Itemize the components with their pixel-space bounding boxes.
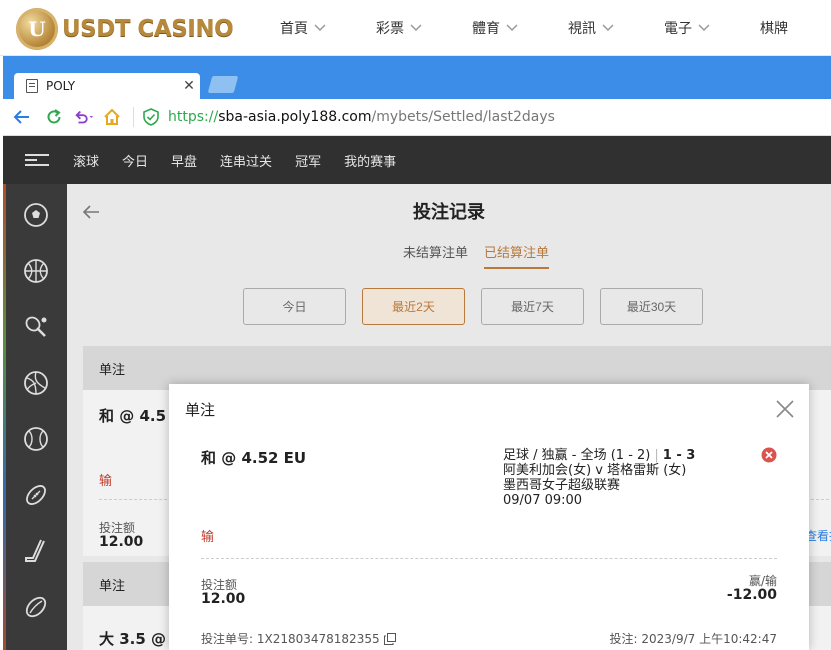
url-path: /mybets/Settled/last2days (371, 109, 555, 125)
site-nav-slots[interactable]: 電子 (664, 18, 710, 38)
chevron-down-icon (506, 24, 518, 32)
stake-value: 12.00 (99, 534, 144, 550)
range-7days-button[interactable]: 最近7天 (481, 288, 584, 325)
browser-tab[interactable]: POLY ✕ (14, 73, 200, 99)
x-circle-icon (761, 447, 777, 463)
winlose-value: -12.00 (726, 587, 777, 603)
nav-parlay[interactable]: 连串过关 (220, 151, 272, 170)
bet-odds: 和 @ 4.5 (99, 407, 167, 425)
site-nav-label: 電子 (664, 21, 692, 37)
modal-title: 单注 (185, 401, 216, 419)
chevron-down-icon (602, 24, 614, 32)
bet-odds: 大 3.5 @ (99, 630, 167, 648)
market-name: 足球 / 独赢 - 全场 (1 - 2) (503, 448, 651, 463)
site-nav-live[interactable]: 視訊 (568, 18, 614, 38)
hockey-icon[interactable] (23, 538, 49, 564)
chevron-down-icon (314, 24, 326, 32)
date-range-buttons: 今日 最近2天 最近7天 最近30天 (243, 288, 719, 325)
site-nav-sports[interactable]: 體育 (472, 18, 518, 38)
page-title: 投注记录 (413, 202, 485, 223)
volleyball-icon[interactable] (23, 370, 49, 396)
close-icon[interactable] (775, 399, 795, 419)
app-nav: 滚球 今日 早盘 连串过关 冠军 我的赛事 (3, 136, 831, 184)
site-nav-label: 首頁 (280, 21, 308, 37)
home-icon[interactable] (101, 106, 123, 128)
refresh-icon[interactable] (43, 106, 65, 128)
nav-outright[interactable]: 冠军 (295, 151, 321, 170)
shield-icon (140, 106, 162, 128)
back-arrow-icon[interactable] (11, 106, 33, 128)
soccer-icon[interactable] (23, 202, 49, 228)
nav-early[interactable]: 早盘 (171, 151, 197, 170)
site-nav-home[interactable]: 首頁 (280, 18, 326, 38)
match-time: 09/07 09:00 (503, 493, 583, 508)
sports-sidebar (3, 184, 67, 650)
copy-icon[interactable] (383, 632, 396, 645)
range-30days-button[interactable]: 最近30天 (600, 288, 703, 325)
range-today-button[interactable]: 今日 (243, 288, 346, 325)
basketball-icon[interactable] (23, 258, 49, 284)
bet-time: 投注: 2023/9/7 上午10:42:47 (609, 632, 777, 646)
logo-coin-icon: U (16, 8, 58, 50)
baseball-icon[interactable] (23, 426, 49, 452)
document-icon (26, 79, 38, 93)
site-nav-lottery[interactable]: 彩票 (376, 18, 422, 38)
tennis-icon[interactable] (23, 314, 49, 340)
site-header: U USDT CASINO 首頁 彩票 體育 視訊 電子 棋牌 (0, 0, 831, 56)
url-field[interactable]: https://sba-asia.poly188.com/mybets/Sett… (168, 109, 555, 125)
logo-text: USDT CASINO (62, 16, 234, 42)
bet-odds: 和 @ 4.52 EU (201, 449, 307, 467)
site-nav-label: 彩票 (376, 21, 404, 37)
divider (201, 558, 777, 559)
bet-result: 输 (201, 530, 215, 545)
hamburger-menu-icon[interactable] (25, 151, 49, 169)
close-tab-icon[interactable]: ✕ (178, 78, 200, 94)
site-logo[interactable]: U USDT CASINO (16, 7, 234, 51)
bet-market: 足球 / 独赢 - 全场 (1 - 2) | 1 - 3 阿美利加会(女) v 塔格… (503, 448, 696, 508)
chevron-down-icon (698, 24, 710, 32)
league-name: 墨西哥女子超级联赛 (503, 478, 621, 493)
bet-id-text: 投注单号: 1X21803478182355 (201, 632, 380, 646)
bet-result: 输 (99, 474, 113, 489)
nav-in-play[interactable]: 滚球 (73, 151, 99, 170)
tab-unsettled[interactable]: 未结算注单 (403, 242, 468, 269)
rugby-icon[interactable] (23, 594, 49, 620)
american-football-icon[interactable] (23, 482, 49, 508)
address-bar: https://sba-asia.poly188.com/mybets/Sett… (3, 99, 831, 136)
new-tab-button[interactable] (207, 76, 239, 93)
stake-value: 12.00 (201, 591, 246, 607)
nav-today[interactable]: 今日 (122, 151, 148, 170)
nav-my-events[interactable]: 我的赛事 (344, 151, 396, 170)
range-2days-button[interactable]: 最近2天 (362, 288, 465, 325)
site-nav-cards[interactable]: 棋牌 (760, 18, 788, 38)
site-nav-label: 棋牌 (760, 21, 788, 37)
final-score: 1 - 3 (662, 448, 696, 463)
site-nav: 首頁 彩票 體育 視訊 電子 棋牌 (280, 18, 788, 38)
bet-status-tabs: 未结算注单 已结算注单 (403, 242, 565, 269)
sidebar-edge-strip (3, 184, 6, 650)
divider (133, 107, 134, 127)
url-host: sba-asia.poly188.com (218, 109, 372, 125)
site-nav-label: 視訊 (568, 21, 596, 37)
match-teams: 阿美利加会(女) v 塔格雷斯 (女) (503, 463, 687, 478)
chevron-down-icon (410, 24, 422, 32)
site-nav-label: 體育 (472, 21, 500, 37)
tab-title: POLY (46, 79, 76, 93)
bet-id: 投注单号: 1X21803478182355 (201, 630, 396, 647)
undo-icon[interactable] (73, 106, 95, 128)
url-scheme: https:// (168, 109, 219, 125)
bet-detail-modal: 单注 和 @ 4.52 EU 足球 / 独赢 - 全场 (1 - 2) | 1 - … (169, 384, 809, 650)
tab-settled[interactable]: 已结算注单 (484, 242, 550, 269)
